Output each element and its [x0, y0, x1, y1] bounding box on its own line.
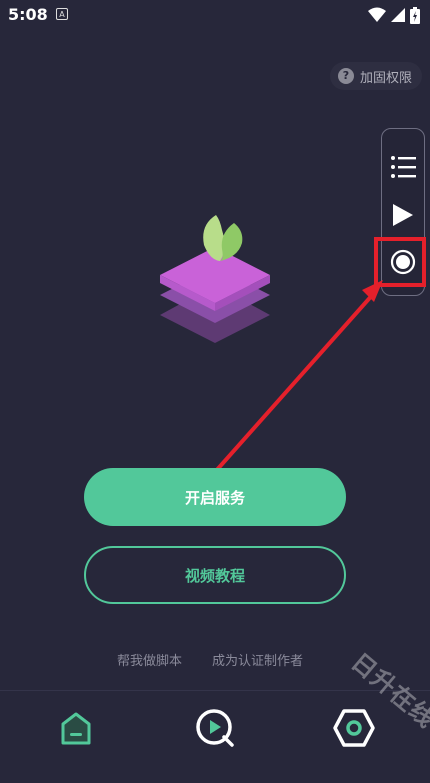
become-author-link[interactable]: 成为认证制作者 — [212, 650, 303, 669]
video-icon — [196, 709, 234, 747]
home-icon — [61, 712, 91, 745]
app-logo — [160, 215, 270, 343]
nav-video[interactable] — [193, 706, 237, 750]
help-write-script-link[interactable]: 帮我做脚本 — [117, 650, 182, 669]
nav-home[interactable] — [54, 706, 98, 750]
video-tutorial-button[interactable]: 视频教程 — [84, 546, 346, 604]
start-service-button[interactable]: 开启服务 — [84, 468, 346, 526]
